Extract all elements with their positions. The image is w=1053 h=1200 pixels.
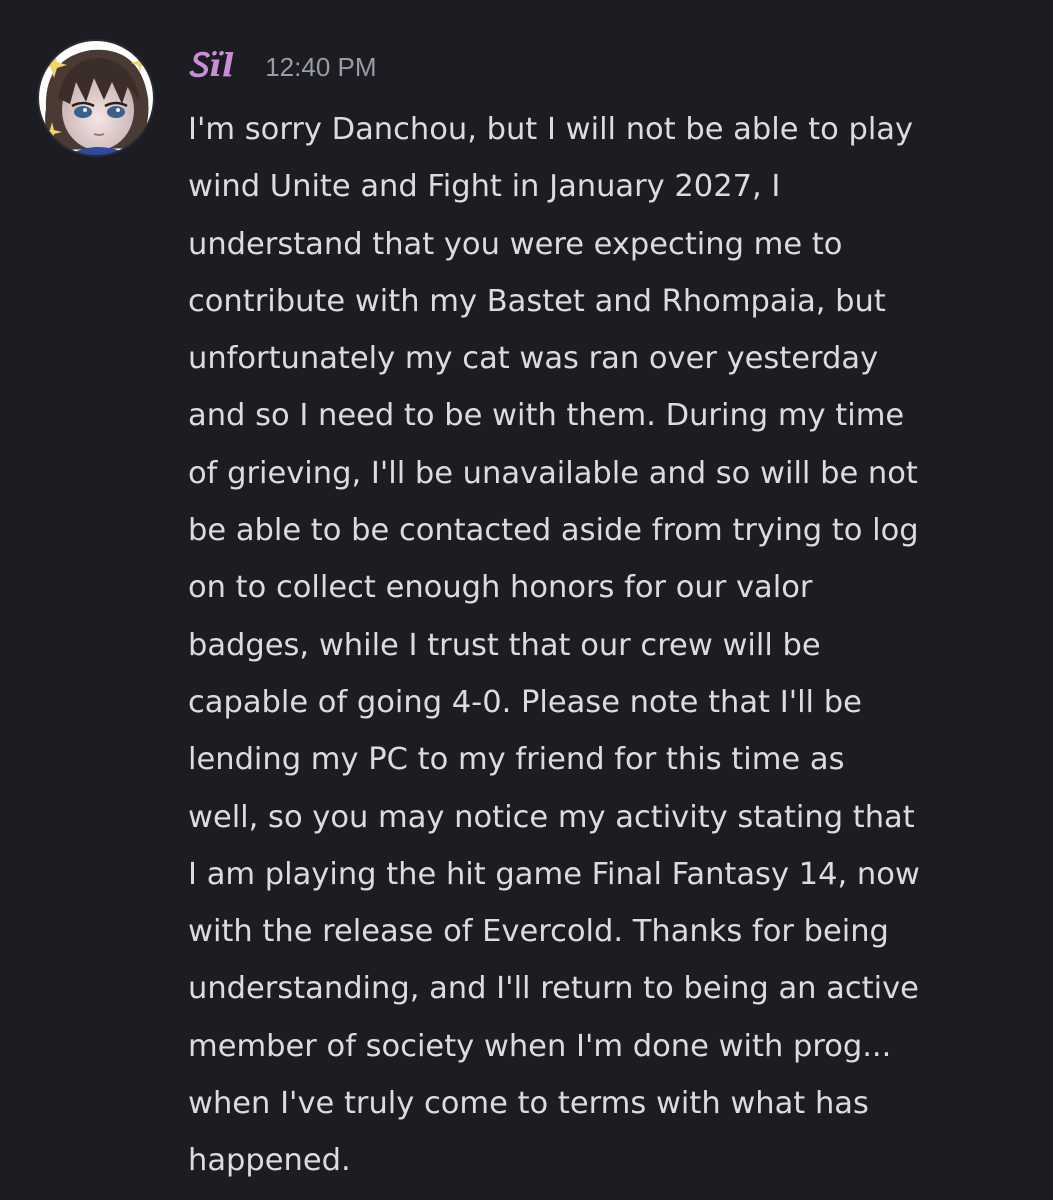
anime-character-avatar-icon — [37, 39, 155, 157]
message-timestamp[interactable]: 12:40 PM — [265, 52, 376, 83]
chat-message: Ꮪïl 12:40 PM I'm sorry Danchou, but I wi… — [0, 0, 1053, 1200]
user-avatar[interactable] — [36, 38, 156, 158]
username[interactable]: Ꮪïl — [188, 46, 235, 85]
message-header: Ꮪïl 12:40 PM — [188, 46, 377, 96]
message-content: I'm sorry Danchou, but I will not be abl… — [188, 112, 920, 1179]
